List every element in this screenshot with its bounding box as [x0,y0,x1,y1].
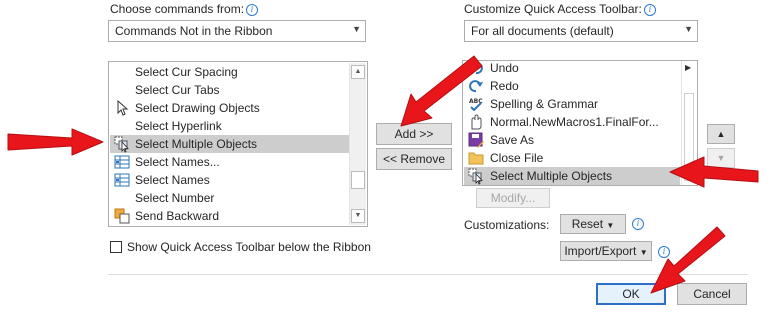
spelling-icon: ABC [469,98,483,112]
list-item-label: Redo [490,79,519,93]
send-backward-icon [114,208,130,224]
list-item-label: Undo [490,61,519,75]
list-item[interactable]: ABC Spelling & Grammar [464,95,680,113]
pointer-icon [117,99,129,116]
list-item-label: Select Number [135,191,215,205]
names-grid-icon [114,155,130,169]
add-button-label: Add >> [394,127,434,141]
undo-icon [469,62,483,75]
footer-divider [108,274,748,275]
info-icon[interactable]: i [643,4,656,16]
save-as-icon [468,132,484,148]
select-multiple-objects-icon [468,168,483,185]
chevron-down-icon: ▼ [606,221,615,230]
commands-list[interactable]: Select Cur Spacing Select Cur Tabs Selec… [108,61,368,227]
ok-button[interactable]: OK [596,283,666,305]
list-item-label: Select Names... [135,155,220,169]
chevron-down-icon: ▼ [352,24,361,34]
list-item-label: Select Hyperlink [135,119,222,133]
list-item-label: Select Names [135,173,210,187]
chevron-down-icon: ▼ [684,24,693,34]
list-item[interactable]: Select Cur Spacing [110,63,350,81]
list-item-label: Select Multiple Objects [490,169,613,183]
scroll-thumb[interactable] [684,93,694,181]
reset-button-label: Reset [571,217,604,231]
list-item[interactable]: Send Backward [110,207,350,225]
show-below-ribbon-checkbox[interactable] [110,241,122,253]
remove-button[interactable]: << Remove [376,148,452,170]
triangle-up-icon: ▲ [716,129,726,139]
info-icon[interactable]: i [658,246,670,258]
list-item-label: Select Drawing Objects [135,101,260,115]
list-item[interactable]: Select Cur Tabs [110,81,350,99]
list-item-label: Save As [490,133,535,147]
names-grid-icon [114,173,130,187]
list-item-label: Send Backward [135,209,220,223]
list-item-label: Normal.NewMacros1.FinalFor... [490,115,659,129]
remove-button-label: << Remove [382,152,446,166]
triangle-down-icon: ▼ [716,153,726,163]
list-item-label: Spelling & Grammar [490,97,599,111]
customizations-label: Customizations: [464,218,550,232]
move-down-button[interactable]: ▼ [707,148,735,168]
list-item[interactable]: Select Names... [110,153,350,171]
caret-right-icon[interactable]: ▶ [685,63,691,72]
list-item[interactable]: Select Hyperlink [110,117,350,135]
info-icon[interactable]: i [632,218,644,230]
list-item[interactable]: Select Drawing Objects [110,99,350,117]
macro-icon [471,114,482,130]
list-item[interactable]: Select Names [110,171,350,189]
list-item-label: Select Cur Spacing [135,65,238,79]
customize-qat-combo[interactable]: For all documents (default) ▼ [464,20,698,42]
ok-button-label: OK [622,287,640,301]
cancel-button-label: Cancel [693,287,731,301]
choose-commands-combo[interactable]: Commands Not in the Ribbon ▼ [108,20,366,42]
modify-button-label: Modify... [490,191,536,205]
customize-qat-text: Customize Quick Access Toolbar: [464,2,642,16]
customize-qat-label: Customize Quick Access Toolbar: i [464,2,656,16]
choose-commands-text: Choose commands from: [110,2,245,16]
choose-commands-label: Choose commands from: i [110,2,259,16]
list-item[interactable]: Select Number [110,189,350,207]
list-item-label: Close File [490,151,544,165]
show-below-ribbon-label: Show Quick Access Toolbar below the Ribb… [127,240,371,254]
reset-button[interactable]: Reset ▼ [560,214,626,234]
customize-qat-value: For all documents (default) [471,24,614,38]
annotation-arrow-left-list [7,128,104,156]
commands-list-scrollbar[interactable]: ▲ ▼ [349,63,366,225]
scroll-thumb[interactable] [351,171,365,189]
list-item[interactable]: Redo [464,77,680,95]
qat-list[interactable]: Undo Redo ABC Spelling & Grammar Normal.… [462,60,698,186]
move-up-button[interactable]: ▲ [707,124,735,144]
scroll-up-icon[interactable]: ▲ [351,65,365,79]
list-item-label: Select Cur Tabs [135,83,220,97]
list-item-selected[interactable]: Select Multiple Objects [110,135,350,153]
list-item-label: Select Multiple Objects [135,137,258,151]
modify-button[interactable]: Modify... [476,188,550,208]
choose-commands-value: Commands Not in the Ribbon [115,24,273,38]
chevron-down-icon: ▼ [639,248,648,257]
cancel-button[interactable]: Cancel [677,283,747,305]
scroll-down-icon[interactable]: ▼ [351,209,365,223]
folder-icon [468,152,484,165]
qat-list-scrollbar[interactable]: ▶ [681,61,696,185]
import-export-button[interactable]: Import/Export ▼ [560,241,652,261]
list-item[interactable]: Save As [464,131,680,149]
list-item[interactable]: Undo [464,61,680,77]
list-item[interactable]: Normal.NewMacros1.FinalFor... [464,113,680,131]
redo-icon [469,80,483,93]
info-icon[interactable]: i [246,4,259,16]
add-button[interactable]: Add >> [376,123,452,145]
import-export-label: Import/Export [564,244,637,258]
list-item-selected[interactable]: Select Multiple Objects [464,167,680,185]
list-item[interactable]: Close File [464,149,680,167]
select-multiple-objects-icon [114,136,129,153]
